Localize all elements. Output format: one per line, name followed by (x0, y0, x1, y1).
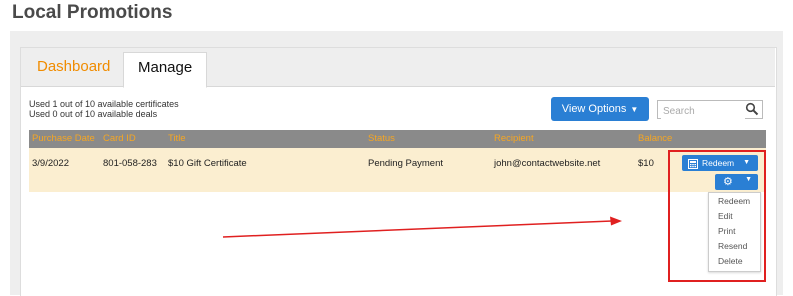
annotation-arrow (222, 216, 622, 238)
